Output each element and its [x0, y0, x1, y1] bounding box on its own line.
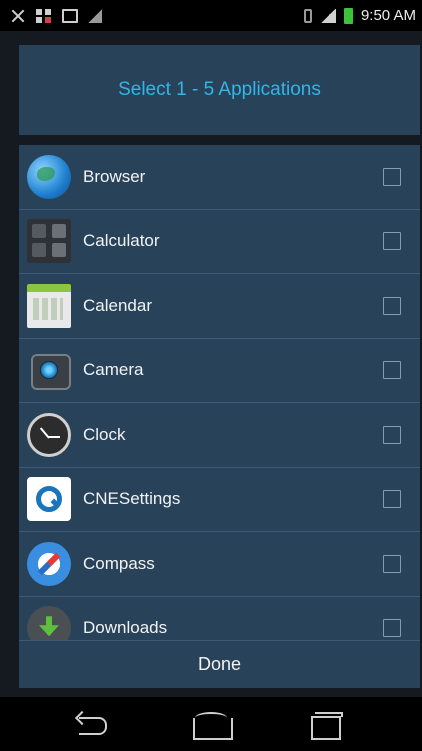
checkbox-downloads[interactable] — [383, 619, 401, 638]
status-bar: 9:50 AM — [0, 0, 422, 31]
recent-apps-icon[interactable] — [297, 704, 353, 744]
vibrate-icon — [303, 8, 312, 23]
camera-icon — [27, 348, 71, 392]
battery-icon — [343, 7, 353, 24]
list-item-camera[interactable]: Camera — [19, 339, 420, 403]
list-item-browser[interactable]: Browser — [19, 145, 420, 210]
dialog-header: Select 1 - 5 Applications — [19, 45, 420, 135]
calculator-icon — [27, 219, 71, 264]
cell-signal-icon — [319, 8, 336, 23]
list-item-downloads[interactable]: Downloads — [19, 597, 420, 640]
checkbox-compass[interactable] — [383, 554, 401, 573]
navigation-bar — [0, 697, 422, 751]
app-label: Compass — [83, 553, 155, 573]
status-left — [10, 8, 102, 23]
downloads-icon — [27, 606, 71, 640]
list-item-clock[interactable]: Clock — [19, 403, 420, 468]
list-item-calendar[interactable]: Calendar — [19, 274, 420, 339]
image-icon — [62, 8, 78, 23]
dialog-title: Select 1 - 5 Applications — [118, 79, 321, 100]
status-right: 9:50 AM — [303, 7, 416, 24]
browser-icon — [27, 154, 71, 199]
mute-icon — [10, 9, 26, 23]
app-label: CNESettings — [83, 489, 181, 509]
clock-icon — [27, 412, 71, 457]
checkbox-calendar[interactable] — [383, 296, 401, 315]
app-label: Calendar — [83, 295, 152, 315]
checkbox-calculator[interactable] — [383, 232, 401, 251]
checkbox-clock[interactable] — [383, 425, 401, 444]
app-label: Downloads — [83, 618, 168, 638]
done-button[interactable]: Done — [19, 640, 420, 688]
app-label: Clock — [83, 424, 126, 444]
app-label: Camera — [83, 360, 144, 380]
app-label: Browser — [83, 166, 146, 186]
checkbox-cnesettings[interactable] — [383, 490, 401, 509]
status-time: 9:50 AM — [360, 7, 416, 24]
cnesettings-icon — [27, 477, 71, 522]
compass-icon — [27, 541, 71, 586]
list-item-calculator[interactable]: Calculator — [19, 210, 420, 274]
signal-icon — [88, 8, 102, 23]
list-item-cnesettings[interactable]: CNESettings — [19, 468, 420, 532]
list-item-compass[interactable]: Compass — [19, 532, 420, 597]
calendar-icon — [27, 283, 71, 328]
checkbox-camera[interactable] — [383, 361, 401, 380]
app-list[interactable]: Browser Calculator Calendar Camera Clock… — [19, 145, 420, 640]
back-icon[interactable] — [69, 704, 125, 744]
screen: 9:50 AM Select 1 - 5 Applications Browse… — [0, 0, 422, 751]
checkbox-browser[interactable] — [383, 167, 401, 186]
home-icon[interactable] — [183, 704, 239, 744]
app-label: Calculator — [83, 231, 160, 251]
done-label: Done — [197, 654, 242, 674]
grid-icon — [36, 8, 52, 23]
